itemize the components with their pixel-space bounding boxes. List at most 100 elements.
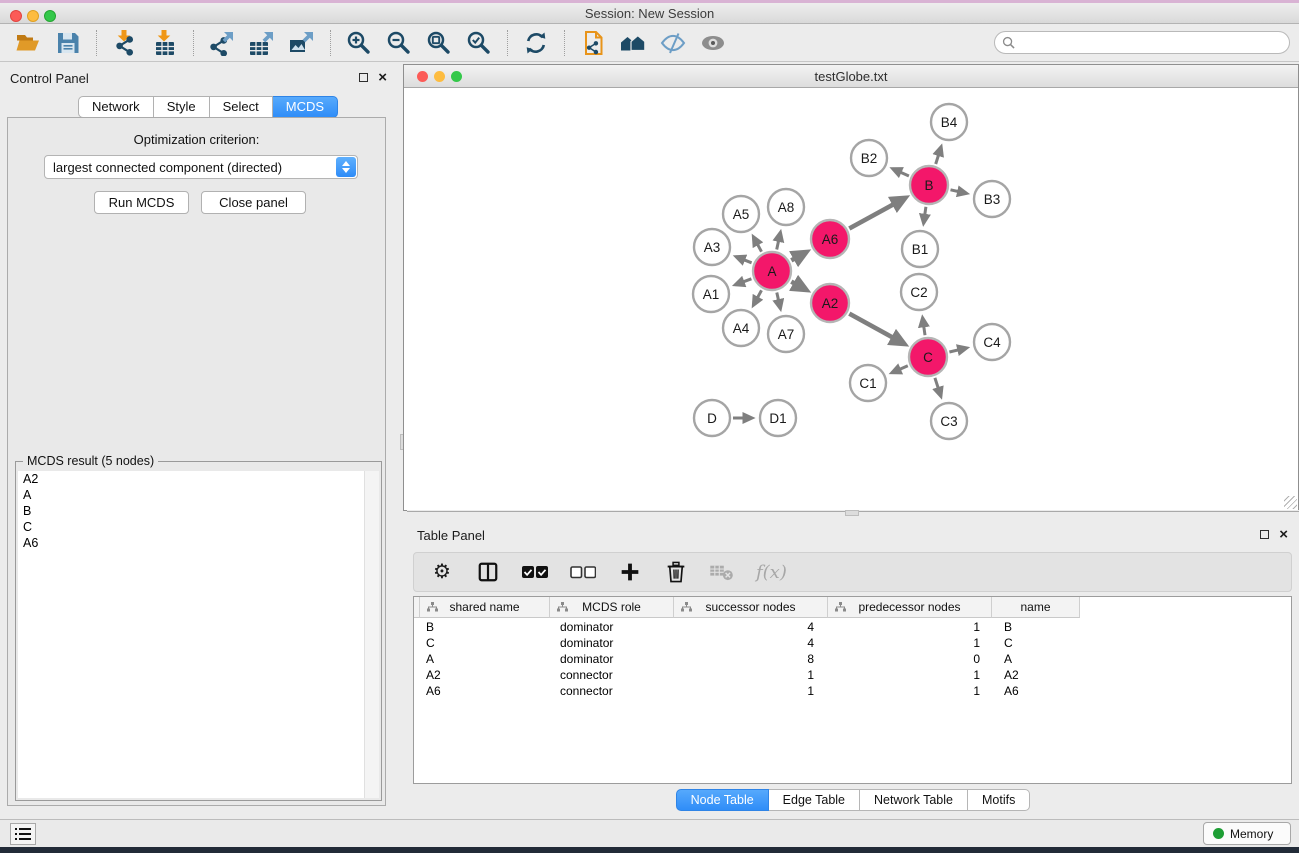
edge-C-C2[interactable] xyxy=(923,318,925,335)
node-table[interactable]: shared nameMCDS rolesuccessor nodesprede… xyxy=(413,596,1292,784)
table-cell[interactable]: A xyxy=(414,651,550,667)
delete-column-icon[interactable] xyxy=(664,559,688,585)
table-cell[interactable]: dominator xyxy=(550,651,674,667)
edge-A-A7[interactable] xyxy=(777,293,781,309)
node-A8[interactable]: A8 xyxy=(768,189,804,225)
table-cell[interactable]: 1 xyxy=(674,683,828,699)
tab-node-table[interactable]: Node Table xyxy=(676,789,769,811)
table-close-panel-icon[interactable]: × xyxy=(1279,530,1288,539)
edge-A-A8[interactable] xyxy=(777,232,781,249)
edge-B-B2[interactable] xyxy=(893,169,909,176)
table-cell[interactable]: 1 xyxy=(828,667,992,683)
edge-A2-C[interactable] xyxy=(849,314,904,344)
main-titlebar[interactable]: Session: New Session xyxy=(0,3,1299,24)
zoom-fit-icon[interactable] xyxy=(425,29,453,57)
edge-C-C4[interactable] xyxy=(949,348,966,352)
node-A2[interactable]: A2 xyxy=(811,284,849,322)
table-cell[interactable]: 1 xyxy=(828,635,992,651)
node-C3[interactable]: C3 xyxy=(931,403,967,439)
node-C2[interactable]: C2 xyxy=(901,274,937,310)
edge-B-B1[interactable] xyxy=(924,207,926,224)
zoom-selected-icon[interactable] xyxy=(465,29,493,57)
deselect-all-checkboxes-icon[interactable] xyxy=(570,559,596,585)
table-cell[interactable]: C xyxy=(414,635,550,651)
edge-A-A5[interactable] xyxy=(753,237,761,252)
node-B3[interactable]: B3 xyxy=(974,181,1010,217)
table-cell[interactable]: A2 xyxy=(414,667,550,683)
add-column-icon[interactable] xyxy=(618,559,642,585)
table-cell[interactable]: connector xyxy=(550,683,674,699)
table-cell[interactable]: C xyxy=(992,635,1080,651)
float-panel-icon[interactable] xyxy=(359,73,368,82)
resize-grip-icon[interactable] xyxy=(1284,496,1297,509)
table-row[interactable]: Adominator80A xyxy=(414,651,1080,667)
document-network-icon[interactable] xyxy=(579,29,607,57)
node-B2[interactable]: B2 xyxy=(851,140,887,176)
column-header-predecessor-nodes[interactable]: predecessor nodes xyxy=(828,597,992,618)
tab-select[interactable]: Select xyxy=(210,96,273,118)
result-list-item[interactable]: A2 xyxy=(18,471,364,487)
table-cell[interactable]: A6 xyxy=(992,683,1080,699)
edge-A-A1[interactable] xyxy=(735,279,751,285)
table-row[interactable]: A2connector11A2 xyxy=(414,667,1080,683)
horizontal-splitter-thumb[interactable] xyxy=(845,510,859,516)
node-B1[interactable]: B1 xyxy=(902,231,938,267)
network-view-window[interactable]: testGlobe.txt B4B2BB3A8A5A6A3B1AA1C2A2A4… xyxy=(403,64,1299,511)
function-builder-icon[interactable]: f(x) xyxy=(756,559,787,585)
table-cell[interactable]: 1 xyxy=(828,683,992,699)
edge-A-A3[interactable] xyxy=(736,257,752,263)
search-input[interactable] xyxy=(1020,36,1289,50)
table-cell[interactable]: A xyxy=(992,651,1080,667)
node-A5[interactable]: A5 xyxy=(723,196,759,232)
close-panel-icon[interactable]: × xyxy=(378,73,387,82)
result-list-item[interactable]: C xyxy=(18,519,364,535)
dropdown-stepper-icon[interactable] xyxy=(336,157,356,177)
table-cell[interactable]: 1 xyxy=(828,619,992,635)
mcds-result-list[interactable]: A2ABCA6 xyxy=(18,471,365,798)
save-session-icon[interactable] xyxy=(54,29,82,57)
table-cell[interactable]: 0 xyxy=(828,651,992,667)
select-all-checkboxes-icon[interactable] xyxy=(522,559,548,585)
result-list-item[interactable]: A6 xyxy=(18,535,364,551)
node-A7[interactable]: A7 xyxy=(768,316,804,352)
node-C1[interactable]: C1 xyxy=(850,365,886,401)
tab-network[interactable]: Network xyxy=(78,96,154,118)
node-C[interactable]: C xyxy=(909,338,947,376)
table-cell[interactable]: B xyxy=(992,619,1080,635)
node-A6[interactable]: A6 xyxy=(811,220,849,258)
node-A4[interactable]: A4 xyxy=(723,310,759,346)
delete-table-icon[interactable] xyxy=(710,559,734,585)
column-header-shared-name[interactable]: shared name xyxy=(420,597,550,618)
criterion-dropdown[interactable]: largest connected component (directed) xyxy=(44,155,358,179)
node-C4[interactable]: C4 xyxy=(974,324,1010,360)
column-header-MCDS-role[interactable]: MCDS role xyxy=(550,597,674,618)
node-A3[interactable]: A3 xyxy=(694,229,730,265)
import-table-icon[interactable] xyxy=(151,29,179,57)
zoom-in-icon[interactable] xyxy=(345,29,373,57)
result-scrollbar[interactable] xyxy=(365,471,379,798)
node-B4[interactable]: B4 xyxy=(931,104,967,140)
table-cell[interactable]: A6 xyxy=(414,683,550,699)
tab-motifs[interactable]: Motifs xyxy=(968,789,1030,811)
tab-style[interactable]: Style xyxy=(154,96,210,118)
show-details-eye-icon[interactable] xyxy=(699,29,727,57)
export-image-icon[interactable] xyxy=(288,29,316,57)
export-network-icon[interactable] xyxy=(208,29,236,57)
horizontal-splitter[interactable] xyxy=(407,510,1299,519)
column-header-name[interactable]: name xyxy=(992,597,1080,618)
edge-B-B3[interactable] xyxy=(951,190,967,194)
table-cell[interactable]: B xyxy=(414,619,550,635)
table-cell[interactable]: 1 xyxy=(674,667,828,683)
node-A1[interactable]: A1 xyxy=(693,276,729,312)
edge-B-B4[interactable] xyxy=(936,147,941,164)
edge-A-A6[interactable] xyxy=(791,252,806,260)
table-row[interactable]: Bdominator41B xyxy=(414,619,1080,635)
node-B[interactable]: B xyxy=(910,166,948,204)
edge-C-C3[interactable] xyxy=(935,378,941,396)
edge-A-A2[interactable] xyxy=(791,282,806,290)
table-float-panel-icon[interactable] xyxy=(1260,530,1269,539)
close-panel-button[interactable]: Close panel xyxy=(201,191,306,214)
refresh-layout-icon[interactable] xyxy=(522,29,550,57)
split-columns-icon[interactable] xyxy=(476,559,500,585)
result-list-item[interactable]: A xyxy=(18,487,364,503)
